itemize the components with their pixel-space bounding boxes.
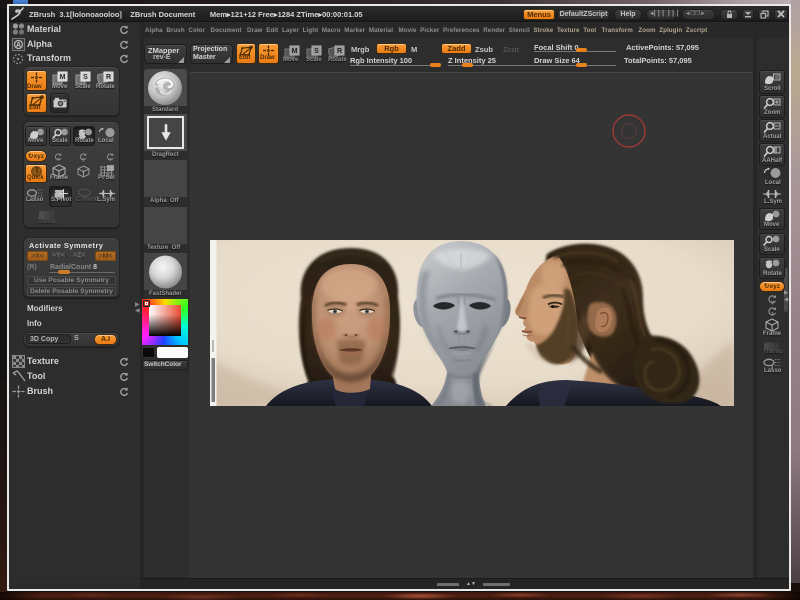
svg-text:M: M (60, 74, 66, 81)
svg-text:x: x (57, 156, 60, 161)
svg-text:M: M (292, 48, 298, 55)
svg-text:z: z (109, 156, 112, 161)
svg-text:A: A (16, 42, 21, 49)
svg-text:S: S (83, 74, 88, 81)
svg-text:R: R (106, 74, 111, 81)
svg-text:S: S (314, 48, 319, 55)
svg-text:y: y (82, 156, 85, 161)
svg-text:z: z (771, 312, 774, 318)
svg-text:R: R (337, 48, 342, 55)
